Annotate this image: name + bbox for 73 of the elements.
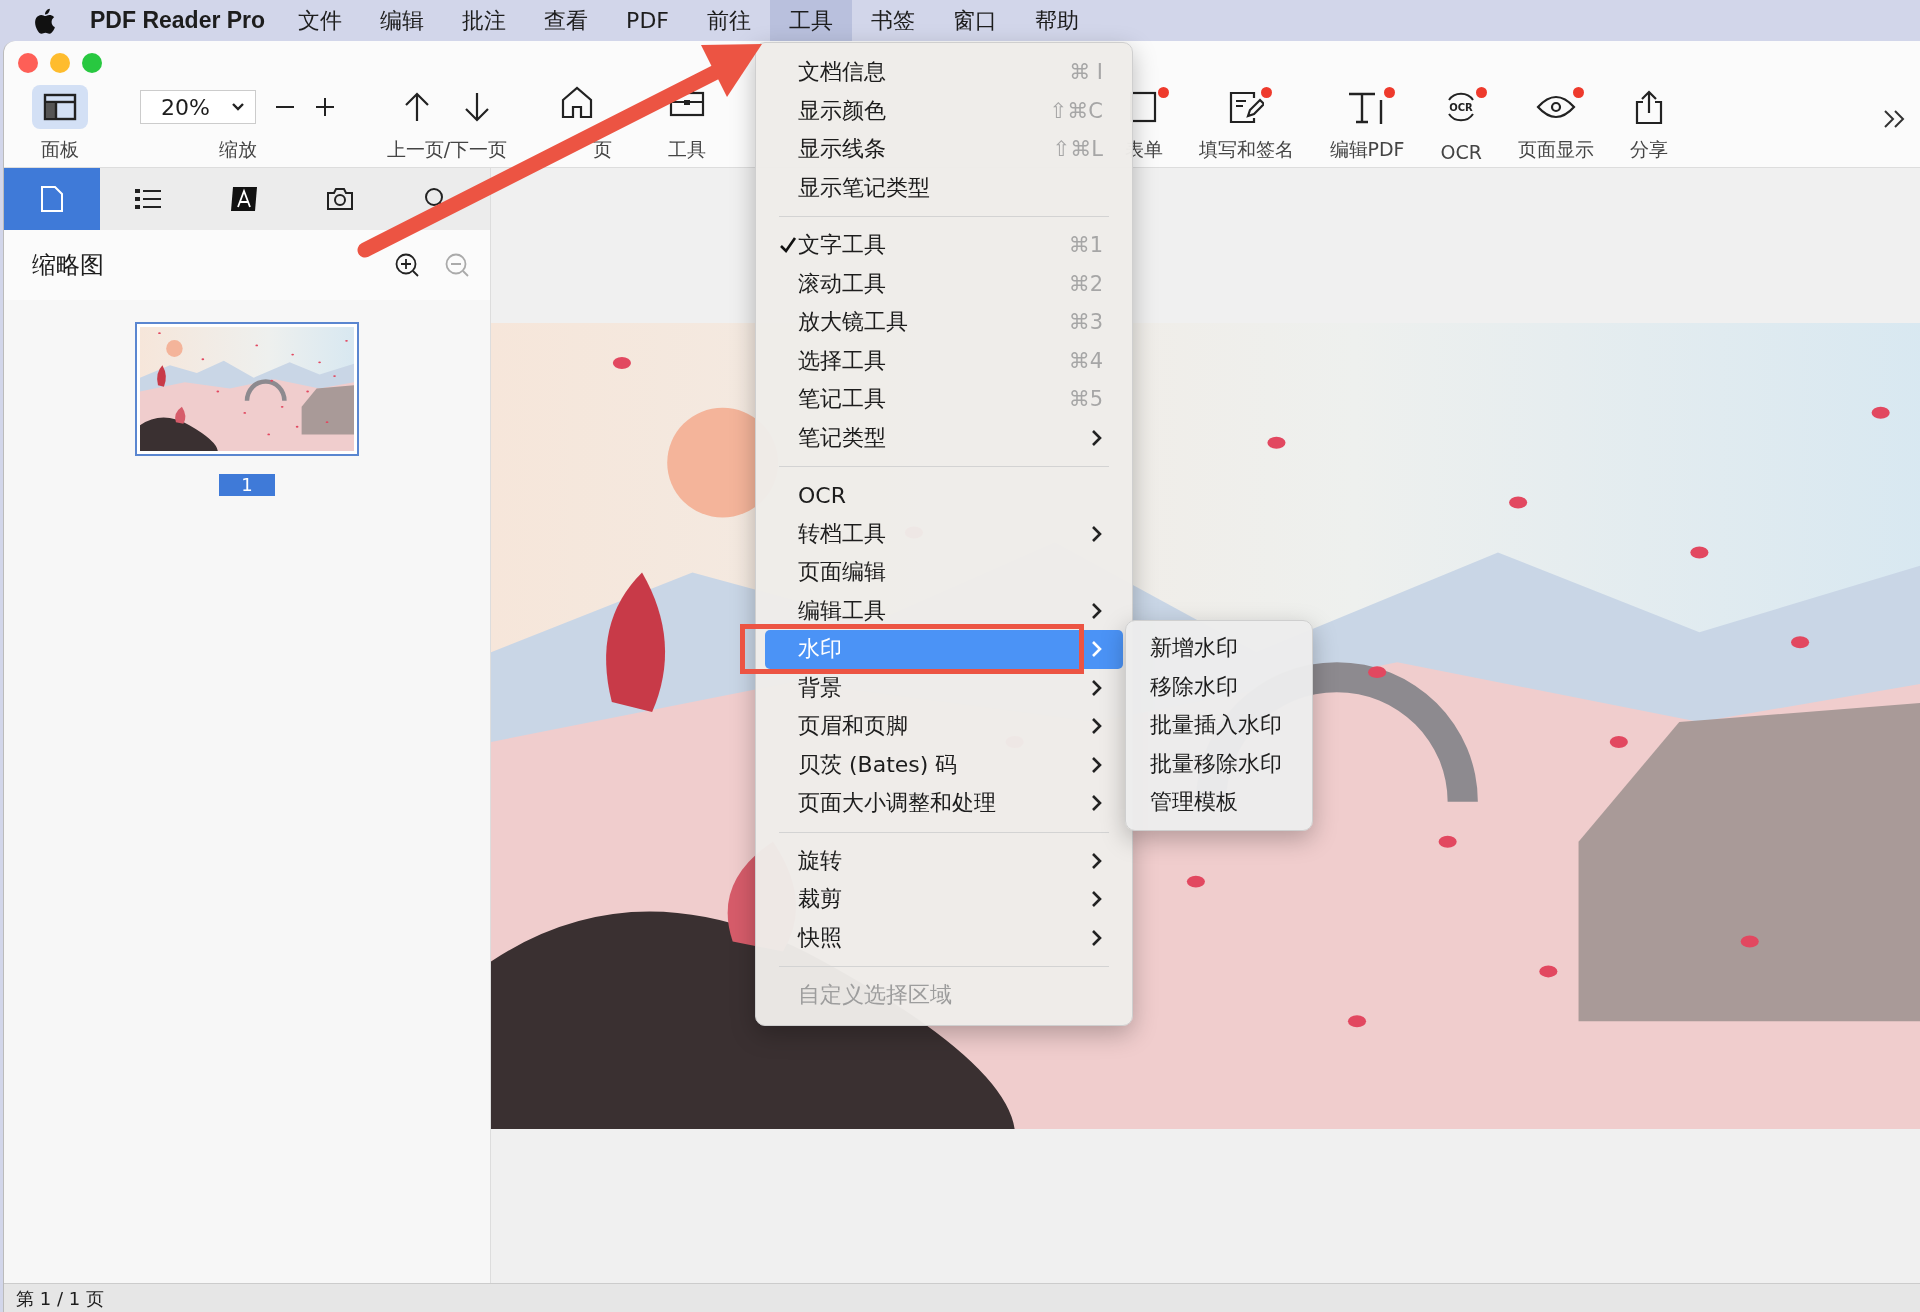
pen-document-icon[interactable] bbox=[1228, 90, 1265, 124]
camera-icon bbox=[326, 187, 354, 211]
zoom-dropdown[interactable]: 20% bbox=[140, 90, 256, 124]
font-icon bbox=[230, 186, 258, 212]
menu-item[interactable]: 工具 bbox=[770, 0, 852, 41]
toolbar-label: 工具 bbox=[668, 137, 706, 162]
apple-icon[interactable] bbox=[32, 6, 56, 35]
menu-entry[interactable]: OCR bbox=[765, 476, 1123, 515]
page-icon bbox=[40, 185, 64, 213]
menu-entry[interactable]: 贝茨 (Bates) 码 bbox=[765, 745, 1123, 784]
menu-entry[interactable]: 新增水印 bbox=[1126, 629, 1312, 668]
toolbar-label: 页面显示 bbox=[1518, 137, 1594, 162]
menu-item[interactable]: PDF bbox=[607, 0, 688, 41]
menu-entry[interactable]: 旋转 bbox=[765, 841, 1123, 880]
chevron-right-icon bbox=[1091, 523, 1103, 544]
close-button[interactable] bbox=[18, 53, 38, 73]
menu-entry[interactable]: 管理模板 bbox=[1126, 783, 1312, 822]
menu-item[interactable]: 帮助 bbox=[1016, 0, 1098, 41]
menu-entry[interactable]: 笔记工具 ⌘5 bbox=[765, 380, 1123, 419]
menu-entry[interactable]: 文档信息 ⌘ I bbox=[765, 53, 1123, 92]
toolbar-label: OCR bbox=[1440, 141, 1482, 163]
menu-entry[interactable]: 选择工具 ⌘4 bbox=[765, 341, 1123, 380]
menu-entry[interactable]: 显示笔记类型 bbox=[765, 168, 1123, 207]
menu-entry[interactable]: 放大镜工具 ⌘3 bbox=[765, 303, 1123, 342]
toolbar-label: 编辑PDF bbox=[1329, 137, 1405, 162]
page-number: 1 bbox=[219, 474, 275, 496]
menu-entry[interactable]: 页面大小调整和处理 bbox=[765, 784, 1123, 823]
menu-item[interactable]: 窗口 bbox=[934, 0, 1016, 41]
menu-entry[interactable]: 笔记类型 bbox=[765, 418, 1123, 457]
menu-entry[interactable]: 页眉和页脚 bbox=[765, 707, 1123, 746]
chevron-right-icon bbox=[1091, 427, 1103, 448]
plus-icon[interactable] bbox=[314, 96, 336, 118]
chevron-right-icon bbox=[1091, 754, 1103, 775]
list-icon bbox=[134, 187, 162, 211]
menu-entry[interactable]: 页面编辑 bbox=[765, 553, 1123, 592]
menu-entry[interactable]: 批量移除水印 bbox=[1126, 744, 1312, 783]
chevron-right-icon bbox=[1091, 927, 1103, 948]
menu-entry[interactable]: 滚动工具 ⌘2 bbox=[765, 264, 1123, 303]
share-icon[interactable] bbox=[1633, 89, 1665, 125]
chevron-right-icon bbox=[1091, 600, 1103, 621]
toolbar-label: 面板 bbox=[41, 137, 79, 162]
zoom-in-icon[interactable] bbox=[394, 252, 420, 278]
home-icon[interactable] bbox=[560, 85, 594, 119]
chevron-icon bbox=[231, 102, 245, 112]
menu-item[interactable]: 查看 bbox=[525, 0, 608, 41]
chevron-right-icon bbox=[1091, 677, 1103, 698]
toolbar-label: 填写和签名 bbox=[1198, 137, 1294, 162]
chevron-right-icon bbox=[1091, 850, 1103, 871]
menu-item[interactable]: 批注 bbox=[443, 0, 526, 41]
menu-entry[interactable]: 显示颜色 ⇧⌘C bbox=[765, 91, 1123, 130]
menu-item[interactable]: 书签 bbox=[852, 0, 934, 41]
arrow-down-icon[interactable] bbox=[464, 91, 490, 123]
menu-item[interactable]: 前往 bbox=[688, 0, 770, 41]
menu-entry[interactable]: 裁剪 bbox=[765, 880, 1123, 919]
menu-item[interactable]: 文件 bbox=[279, 0, 362, 41]
menu-entry[interactable]: 批量插入水印 bbox=[1126, 706, 1312, 745]
panel-button[interactable] bbox=[32, 85, 88, 129]
toolbar-label: 缩放 bbox=[219, 137, 257, 162]
panel-icon bbox=[43, 93, 77, 121]
sidebar-title: 缩略图 bbox=[32, 250, 105, 281]
menu-item[interactable]: 编辑 bbox=[361, 0, 444, 41]
toolbar-label: 上一页/下一页 bbox=[386, 137, 508, 162]
menu-entry[interactable]: 转档工具 bbox=[765, 514, 1123, 553]
menu-entry[interactable]: 文字工具 ⌘1 bbox=[765, 226, 1123, 265]
arrow-up-icon[interactable] bbox=[404, 91, 430, 123]
menu-entry[interactable]: 快照 bbox=[765, 918, 1123, 957]
toolbar-label: 页 bbox=[591, 137, 612, 162]
menu-entry[interactable]: 显示线条 ⇧⌘L bbox=[765, 130, 1123, 169]
checkmark-icon bbox=[779, 236, 797, 255]
toolbar-label: 分享 bbox=[1630, 137, 1668, 162]
menu-entry[interactable]: 移除水印 bbox=[1126, 667, 1312, 706]
page-status: 第 1 / 1 页 bbox=[16, 1288, 104, 1309]
app-name[interactable]: PDF Reader Pro bbox=[90, 7, 266, 34]
